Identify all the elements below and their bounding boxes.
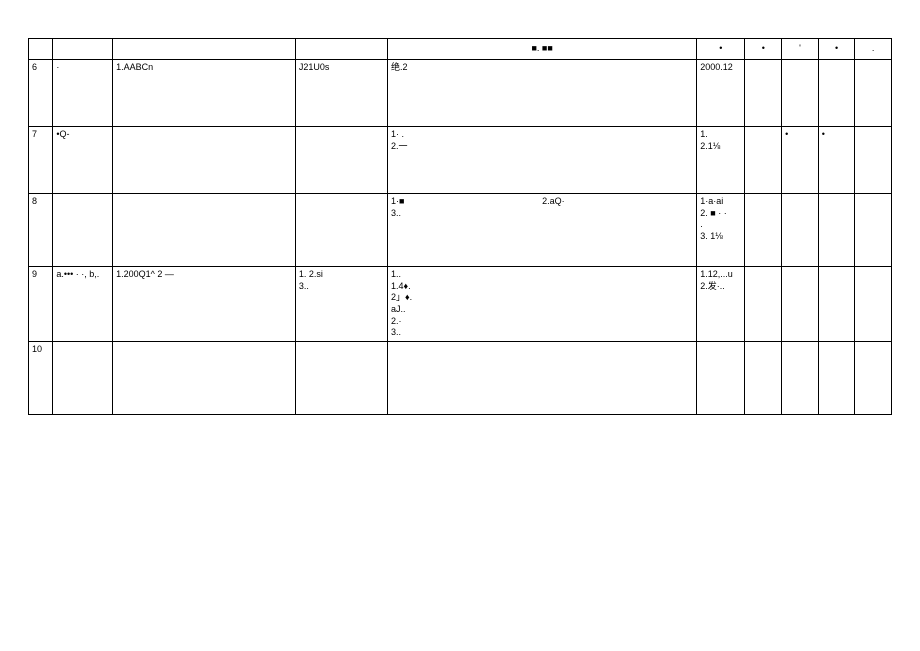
cell: 1. 2.si 3.. — [295, 267, 387, 342]
cell: 1.200Q1^ 2 — — [113, 267, 296, 342]
cell — [745, 60, 782, 127]
cell: 绝.2 — [388, 60, 697, 127]
cell — [818, 267, 855, 342]
cell: 1·■ 3..2.aQ· — [388, 194, 697, 267]
cell — [53, 194, 113, 267]
cell — [782, 194, 819, 267]
table-header: ■. ■■ • • ' • . — [29, 39, 892, 60]
header-cell: ' — [782, 39, 819, 60]
cell — [745, 342, 782, 415]
cell — [782, 60, 819, 127]
cell — [113, 194, 296, 267]
header-cell: ■. ■■ — [388, 39, 697, 60]
header-cell: • — [745, 39, 782, 60]
cell — [855, 267, 892, 342]
cell: 1.AABCn — [113, 60, 296, 127]
cell — [818, 60, 855, 127]
cell — [113, 342, 296, 415]
table-row: 9 a.••• · ·, b,. 1.200Q1^ 2 — 1. 2.si 3.… — [29, 267, 892, 342]
cell — [855, 127, 892, 194]
cell — [782, 267, 819, 342]
row-num: 9 — [29, 267, 53, 342]
cell — [113, 127, 296, 194]
cell — [697, 342, 745, 415]
table-row: 6 · 1.AABCn J21U0s 绝.2 2000.12 — [29, 60, 892, 127]
cell — [855, 342, 892, 415]
cell — [782, 342, 819, 415]
data-table: ■. ■■ • • ' • . 6 · 1.AABCn J21U0s 绝.2 2… — [28, 38, 892, 415]
cell — [855, 194, 892, 267]
header-cell: • — [697, 39, 745, 60]
cell — [745, 194, 782, 267]
cell: • — [782, 127, 819, 194]
table-row: 7 •Q- 1· . 2.一 1. 2.1⅛ • • — [29, 127, 892, 194]
cell: 1·a·ai 2. ■ · · . 3. 1⅛ — [697, 194, 745, 267]
row-num: 6 — [29, 60, 53, 127]
cell: • — [818, 127, 855, 194]
cell — [818, 194, 855, 267]
cell — [818, 342, 855, 415]
cell — [295, 194, 387, 267]
header-cell: . — [855, 39, 892, 60]
cell — [295, 127, 387, 194]
row-num: 10 — [29, 342, 53, 415]
header-cell — [53, 39, 113, 60]
table-row: 8 1·■ 3..2.aQ· 1·a·ai 2. ■ · · . 3. 1⅛ — [29, 194, 892, 267]
cell: · — [53, 60, 113, 127]
table-row: 10 — [29, 342, 892, 415]
cell: •Q- — [53, 127, 113, 194]
cell: 1.12,...u 2.发·.. — [697, 267, 745, 342]
cell — [855, 60, 892, 127]
cell — [745, 127, 782, 194]
cell-left: 1·■ 3.. — [391, 196, 542, 219]
header-cell: • — [818, 39, 855, 60]
header-cell — [29, 39, 53, 60]
header-cell — [113, 39, 296, 60]
cell: 1· . 2.一 — [388, 127, 697, 194]
cell — [388, 342, 697, 415]
cell: 2000.12 — [697, 60, 745, 127]
cell: 1.. 1.4♦. 2」♦. aJ.. 2.· 3.. — [388, 267, 697, 342]
cell-right: 2.aQ· — [542, 196, 693, 219]
row-num: 8 — [29, 194, 53, 267]
cell: J21U0s — [295, 60, 387, 127]
cell — [745, 267, 782, 342]
cell: a.••• · ·, b,. — [53, 267, 113, 342]
cell — [295, 342, 387, 415]
cell — [53, 342, 113, 415]
header-cell — [295, 39, 387, 60]
cell: 1. 2.1⅛ — [697, 127, 745, 194]
document-page: ■. ■■ • • ' • . 6 · 1.AABCn J21U0s 绝.2 2… — [0, 0, 920, 651]
row-num: 7 — [29, 127, 53, 194]
